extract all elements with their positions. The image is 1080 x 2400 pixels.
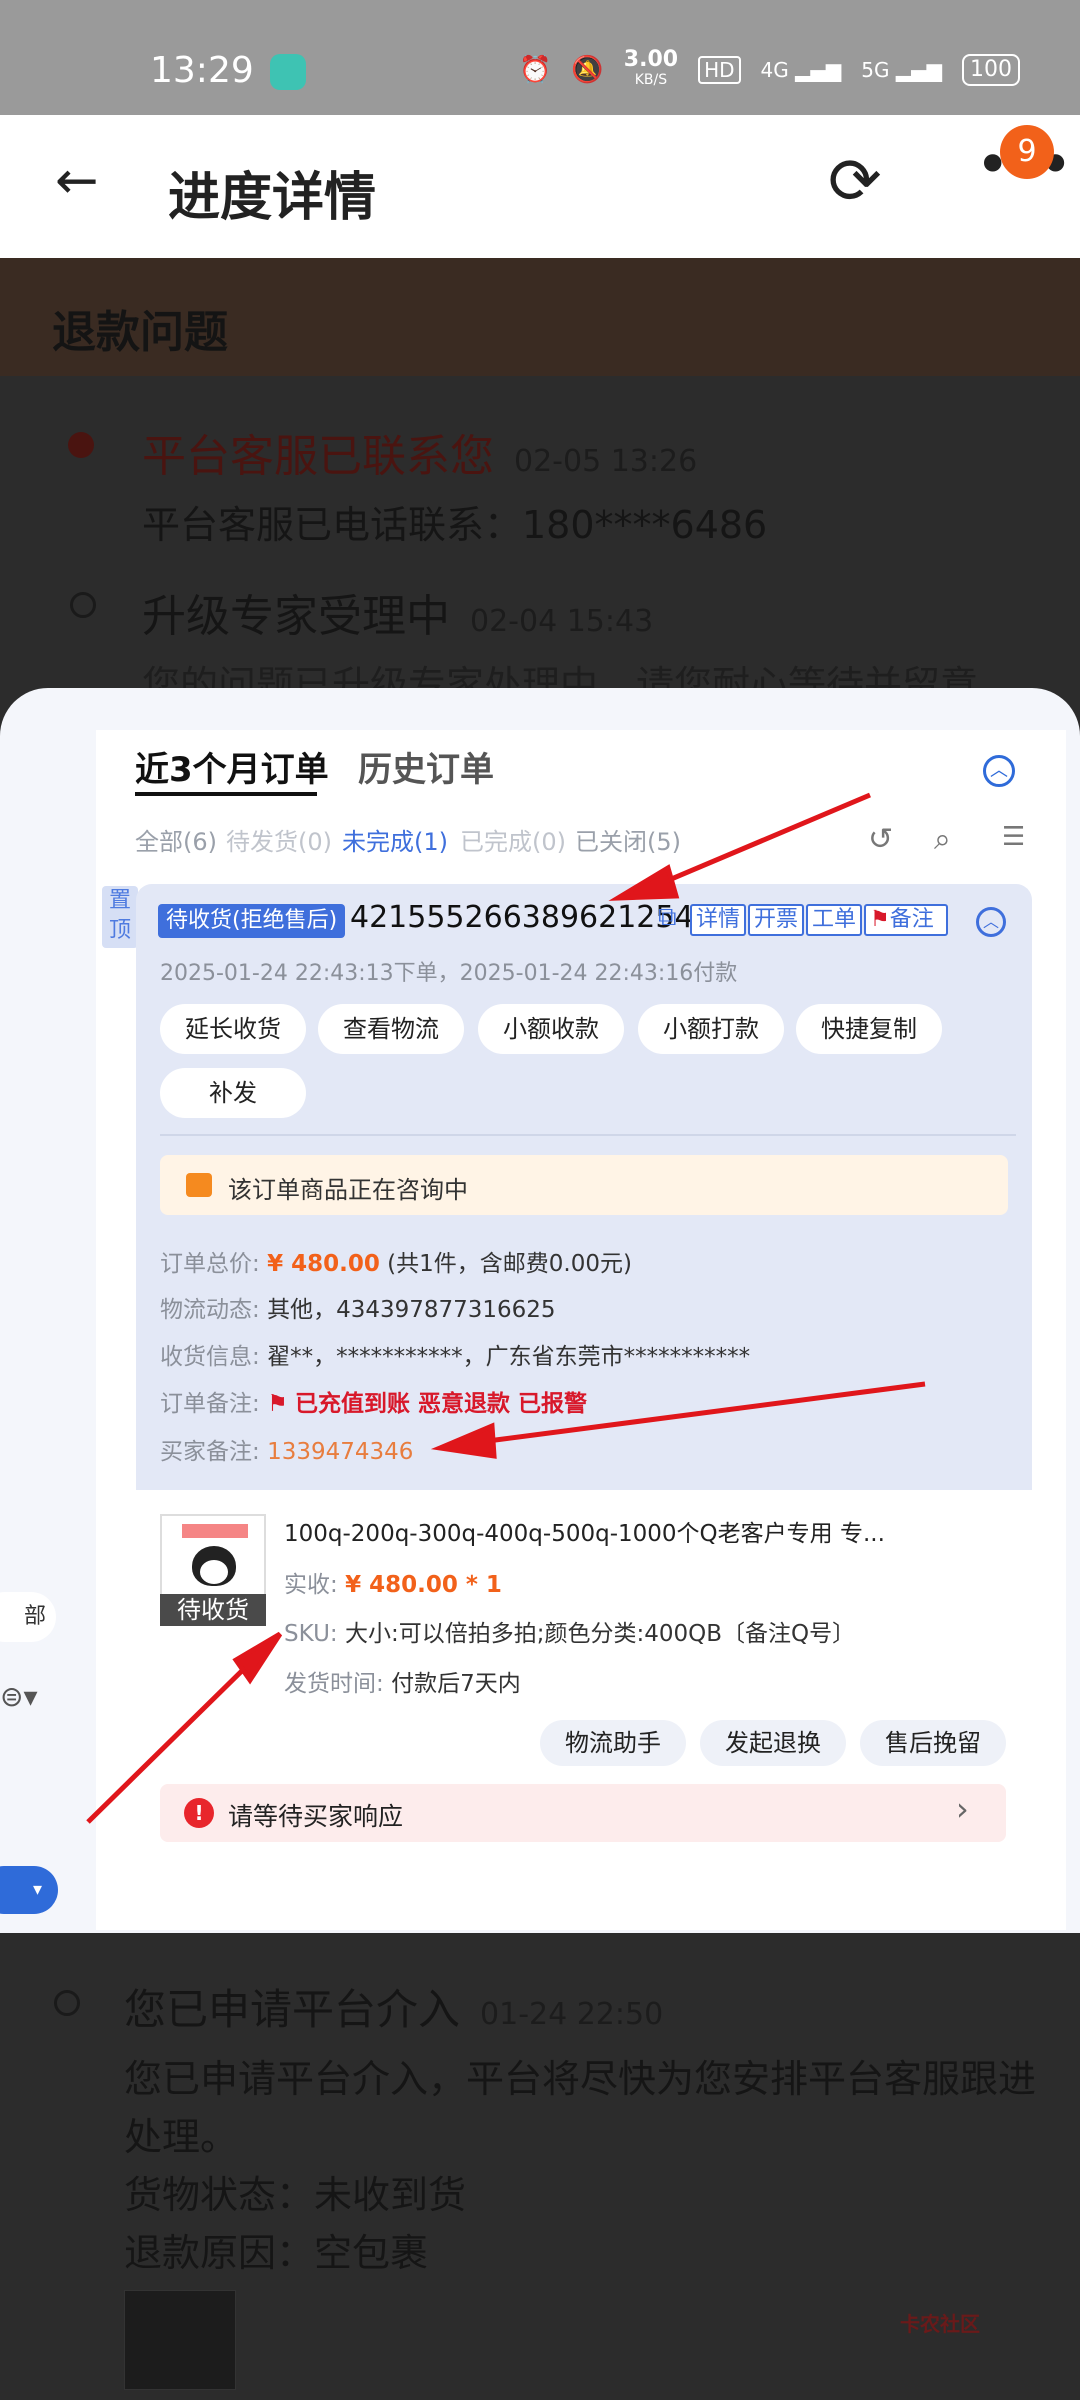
order-remark-link[interactable]: ⚑备注 (864, 904, 948, 936)
app-notification-icon (270, 54, 306, 90)
initiate-return-button[interactable]: 发起退换 (700, 1720, 846, 1766)
evidence-thumbnail[interactable] (124, 2290, 236, 2390)
tab-recent-orders[interactable]: 近3个月订单 (135, 742, 329, 791)
flag-icon: ⚑ (870, 907, 890, 932)
order-total-row: 订单总价: ¥ 480.00 (共1件，含邮费0.00元) (160, 1251, 632, 1277)
after-sale-retain-button[interactable]: 售后挽留 (860, 1720, 1006, 1766)
timeline-dot (54, 1990, 80, 2016)
battery-icon: 100 (962, 54, 1020, 86)
filter-finished[interactable]: 已完成(0) (460, 822, 566, 857)
back-arrow-icon[interactable]: ← (55, 155, 99, 207)
product-name[interactable]: 100q-200q-300q-400q-500q-1000个Q老客户专用 专..… (284, 1514, 885, 1548)
alert-text: 请等待买家响应 (228, 1802, 404, 1831)
network-speed-unit: KB/S (634, 72, 668, 88)
quick-copy-button[interactable]: 快捷复制 (796, 1004, 942, 1054)
timeline-event-detail: 平台客服已电话联系：180****6486 (142, 503, 768, 547)
filter-unfinished[interactable]: 未完成(1) (342, 822, 448, 857)
view-logistics-button[interactable]: 查看物流 (318, 1004, 464, 1054)
order-status-tag: 待收货(拒绝售后) (158, 904, 346, 938)
status-bar: 13:29 ⏰ 🔕 3.00 KB/S HD 4G ▂▄▆ 5G ▂▄▆ 100 (0, 0, 1080, 115)
notification-badge: 9 (1000, 125, 1054, 179)
tab-history-orders[interactable]: 历史订单 (358, 742, 494, 791)
refund-section-title: 退款问题 (52, 307, 228, 358)
reload-icon[interactable]: ↺ (868, 822, 893, 857)
buyer-note-row: 买家备注: 1339474346 (160, 1439, 414, 1465)
timeline-event-title: 升级专家受理中 02-04 15:43 (142, 591, 654, 642)
filter-pending-ship[interactable]: 待发货(0) (226, 822, 332, 857)
list-icon[interactable]: ☰ (1002, 822, 1025, 852)
watermark: 卡农社区 (900, 2312, 980, 2336)
search-icon[interactable]: ⌕ (934, 822, 951, 857)
alarm-icon: ⏰ (519, 55, 552, 85)
timeline-event-detail: 处理。 (124, 2115, 239, 2159)
consult-notice-text: 该订单商品正在咨询中 (228, 1176, 468, 1204)
hd-icon: HD (698, 56, 741, 84)
small-pay-button[interactable]: 小额打款 (638, 1004, 784, 1054)
logistics-row: 物流动态: 其他，434397877316625 (160, 1297, 556, 1323)
timeline-dot (70, 592, 96, 618)
extend-receipt-button[interactable]: 延长收货 (160, 1004, 306, 1054)
filter-icon: ⊜▾ (0, 1680, 38, 1713)
collapse-icon[interactable]: ︿ (983, 755, 1015, 787)
logistics-helper-button[interactable]: 物流助手 (540, 1720, 686, 1766)
timeline-event-title: 您已申请平台介入 01-24 22:50 (124, 1985, 664, 2034)
app-header: ← 进度详情 ⟳ ••• 9 (0, 115, 1080, 258)
left-fragment-button: ▾ (0, 1866, 58, 1914)
order-invoice-link[interactable]: 开票 (748, 904, 805, 936)
collapse-icon[interactable]: ︿ (976, 907, 1006, 937)
small-collect-button[interactable]: 小额收款 (478, 1004, 624, 1054)
product-status-label: 待收货 (160, 1594, 266, 1626)
signal-4g-icon: 4G ▂▄▆ (760, 58, 842, 82)
flag-icon: ⚑ (267, 1391, 288, 1417)
receiver-row: 收货信息: 翟**，***********，广东省东莞市*********** (160, 1344, 751, 1370)
pin-top-label[interactable]: 置顶 (102, 886, 138, 948)
divider (160, 1134, 1016, 1136)
filter-closed[interactable]: 已关闭(5) (575, 822, 681, 857)
page-title: 进度详情 (168, 168, 377, 228)
refund-reason: 退款原因：空包裹 (124, 2231, 429, 2275)
goods-status: 货物状态：未收到货 (124, 2173, 467, 2217)
product-ship-row: 发货时间: 付款后7天内 (284, 1671, 521, 1697)
order-dates: 2025-01-24 22:43:13下单，2025-01-24 22:43:1… (160, 961, 738, 986)
mute-icon: 🔕 (571, 55, 604, 85)
chat-icon (186, 1173, 212, 1197)
reship-button[interactable]: 补发 (160, 1068, 306, 1118)
signal-5g-icon: 5G ▂▄▆ (861, 58, 942, 82)
order-ticket-link[interactable]: 工单 (806, 904, 863, 936)
product-paid-row: 实收: ¥ 480.00 * 1 (284, 1572, 502, 1598)
chevron-right-icon[interactable]: › (956, 1790, 969, 1828)
filter-all[interactable]: 全部(6) (135, 822, 217, 857)
order-note-row: 订单备注: ⚑ 已充值到账 恶意退款 已报警 (160, 1391, 588, 1417)
refresh-icon[interactable]: ⟳ (828, 150, 882, 214)
network-speed: 3.00 (623, 47, 679, 72)
timeline-dot-active (68, 432, 94, 458)
status-time: 13:29 (150, 50, 254, 91)
product-sku-row: SKU: 大小:可以倍拍多拍;颜色分类:400QB〔备注Q号〕 (284, 1621, 856, 1647)
order-detail-link[interactable]: 详情 (690, 904, 747, 936)
warning-icon: ! (184, 1798, 214, 1828)
timeline-event-detail: 您已申请平台介入，平台将尽快为您安排平台客服跟进 (124, 2057, 1037, 2101)
tab-underline (135, 792, 317, 796)
copy-icon[interactable]: ⧉ (658, 902, 677, 933)
timeline-event-title: 平台客服已联系您 02-05 13:26 (142, 431, 698, 482)
left-fragment-pill: 部 (0, 1592, 56, 1642)
